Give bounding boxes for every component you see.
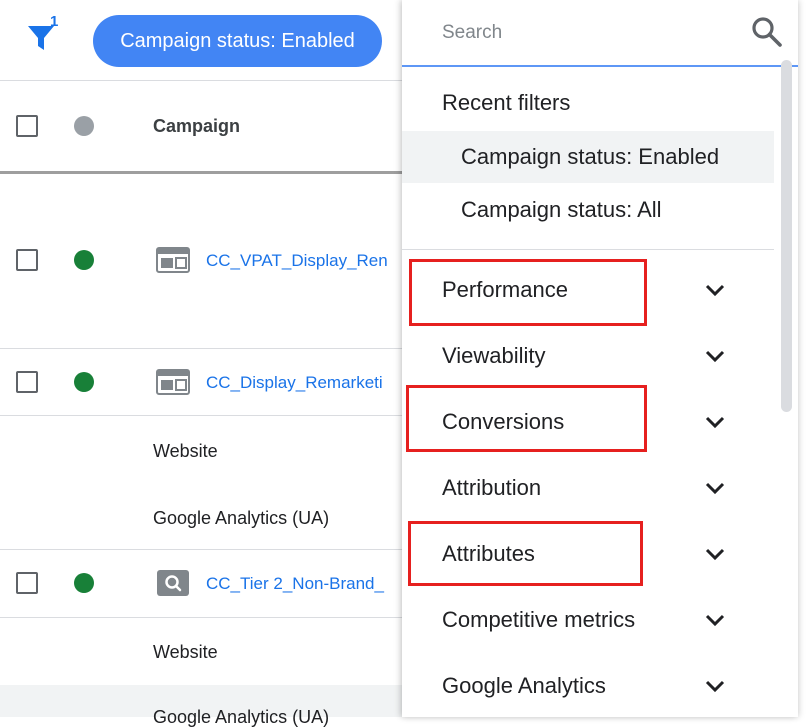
campaign-link[interactable]: CC_Display_Remarketi xyxy=(206,373,404,393)
category-label: Attributes xyxy=(442,541,535,566)
filter-count-badge: 1 xyxy=(50,13,59,30)
select-all-checkbox[interactable] xyxy=(16,115,38,137)
category-attributes[interactable]: Attributes xyxy=(402,521,774,587)
display-icon xyxy=(156,247,190,273)
conversion-source-label: Website xyxy=(153,441,218,461)
category-viewability[interactable]: Viewability xyxy=(402,323,774,389)
category-label: Performance xyxy=(442,277,568,302)
chevron-down-icon xyxy=(705,284,725,297)
filter-search-input[interactable] xyxy=(440,14,744,52)
campaign-link[interactable]: CC_VPAT_Display_Ren xyxy=(206,251,404,271)
filter-dropdown-panel: Recent filters Campaign status: Enabled … xyxy=(402,0,798,717)
recent-filters-heading: Recent filters xyxy=(442,90,571,115)
row-divider xyxy=(0,348,410,349)
chevron-down-icon xyxy=(705,482,725,495)
enabled-status-dot xyxy=(74,372,94,392)
panel-edge xyxy=(797,0,810,717)
search-icon[interactable] xyxy=(750,15,784,49)
campaign-status-filter-chip[interactable]: Campaign status: Enabled xyxy=(93,15,382,67)
recent-filter-item[interactable]: Campaign status: Enabled xyxy=(402,131,774,183)
recent-filter-item[interactable]: Campaign status: All xyxy=(402,184,774,236)
category-google-analytics[interactable]: Google Analytics xyxy=(402,653,774,719)
category-label: Viewability xyxy=(442,343,546,368)
panel-scrollbar[interactable] xyxy=(781,60,792,412)
chevron-down-icon xyxy=(705,680,725,693)
chevron-down-icon xyxy=(705,416,725,429)
enabled-status-dot xyxy=(74,250,94,270)
row-checkbox[interactable] xyxy=(16,572,38,594)
chevron-down-icon xyxy=(705,548,725,561)
status-header-dot xyxy=(74,116,94,136)
conversion-source-label: Website xyxy=(153,642,218,662)
row-checkbox[interactable] xyxy=(16,371,38,393)
row-divider xyxy=(0,549,410,550)
row-checkbox[interactable] xyxy=(16,249,38,271)
campaign-column-header[interactable]: Campaign xyxy=(153,116,240,137)
display-icon xyxy=(156,369,190,395)
category-conversions[interactable]: Conversions xyxy=(402,389,774,455)
category-attribution[interactable]: Attribution xyxy=(402,455,774,521)
conversion-source-label: Google Analytics (UA) xyxy=(153,508,330,528)
section-divider xyxy=(402,249,774,250)
enabled-status-dot xyxy=(74,573,94,593)
category-label: Competitive metrics xyxy=(442,607,636,632)
search-bar xyxy=(402,0,798,67)
conversion-source-label: Google Analytics (UA) xyxy=(153,707,330,727)
chevron-down-icon xyxy=(705,614,725,627)
category-performance[interactable]: Performance xyxy=(402,257,774,323)
category-label: Attribution xyxy=(442,475,542,500)
category-label: Conversions xyxy=(442,409,565,434)
campaign-link[interactable]: CC_Tier 2_Non-Brand_ xyxy=(206,574,402,594)
category-label: Google Analytics xyxy=(442,673,606,698)
category-competitive-metrics[interactable]: Competitive metrics xyxy=(402,587,774,653)
row-divider xyxy=(0,617,410,618)
chevron-down-icon xyxy=(705,350,725,363)
row-divider xyxy=(0,415,410,416)
search-campaign-icon xyxy=(156,570,190,596)
